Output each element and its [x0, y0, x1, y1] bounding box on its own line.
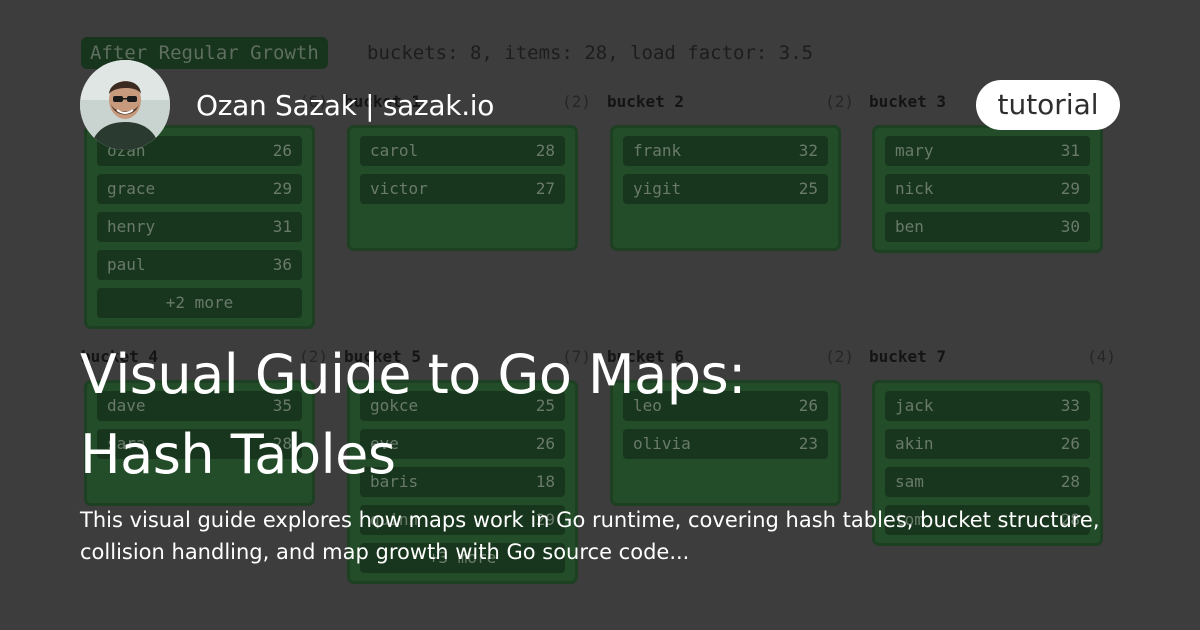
- bucket-entry: henry 31: [97, 212, 302, 242]
- page-description: This visual guide explores how maps work…: [80, 508, 1100, 564]
- bucket-count: (2): [825, 92, 854, 111]
- bucket-count: (2): [562, 92, 591, 111]
- bucket-entry: ben 30: [885, 212, 1090, 242]
- entry-value: 36: [272, 255, 292, 274]
- entry-value: 29: [272, 179, 292, 198]
- entry-key: ben: [895, 217, 924, 236]
- bucket-entry: frank 32: [623, 136, 828, 166]
- bucket-box: mary 31 nick 29 ben 30: [872, 125, 1103, 253]
- entry-value: 26: [272, 141, 292, 160]
- entry-key: paul: [107, 255, 146, 274]
- entry-key: nick: [895, 179, 934, 198]
- entry-value: 28: [535, 141, 555, 160]
- entry-key: carol: [370, 141, 419, 160]
- entry-value: 32: [798, 141, 818, 160]
- tag-badge[interactable]: tutorial: [976, 80, 1120, 130]
- entry-value: 29: [1060, 179, 1080, 198]
- entry-key: yigit: [633, 179, 682, 198]
- bucket-entry: mary 31: [885, 136, 1090, 166]
- bucket-entry: yigit 25: [623, 174, 828, 204]
- entry-key: henry: [107, 217, 156, 236]
- entry-value: 30: [1060, 217, 1080, 236]
- author-avatar: [80, 60, 170, 150]
- bucket-name: bucket 3: [869, 92, 947, 111]
- bucket-box: frank 32 yigit 25: [610, 125, 841, 251]
- bucket-box: ozan 26 grace 29 henry 31 paul 36 +2 more: [84, 125, 315, 329]
- entry-key: victor: [370, 179, 428, 198]
- bucket-entry: victor 27: [360, 174, 565, 204]
- bucket-header: bucket 2 (2): [607, 92, 854, 114]
- bucket-entry: carol 28: [360, 136, 565, 166]
- page-title: Visual Guide to Go Maps: Hash Tables: [80, 335, 1120, 495]
- bucket-entry: grace 29: [97, 174, 302, 204]
- entry-value: 31: [272, 217, 292, 236]
- entry-value: 31: [1060, 141, 1080, 160]
- title-line-2: Hash Tables: [80, 423, 396, 486]
- entry-key: frank: [633, 141, 682, 160]
- entry-value: 25: [798, 179, 818, 198]
- bucket-name: bucket 2: [607, 92, 685, 111]
- entry-key: grace: [107, 179, 156, 198]
- bucket-box: carol 28 victor 27: [347, 125, 578, 251]
- bucket-entry: nick 29: [885, 174, 1090, 204]
- author-name[interactable]: Ozan Sazak | sazak.io: [196, 88, 494, 124]
- map-stats: buckets: 8, items: 28, load factor: 3.5: [367, 42, 814, 64]
- bucket-entry: paul 36: [97, 250, 302, 280]
- more-entries: +2 more: [97, 288, 302, 318]
- entry-value: 27: [535, 179, 555, 198]
- title-line-1: Visual Guide to Go Maps:: [80, 343, 746, 406]
- entry-key: mary: [895, 141, 934, 160]
